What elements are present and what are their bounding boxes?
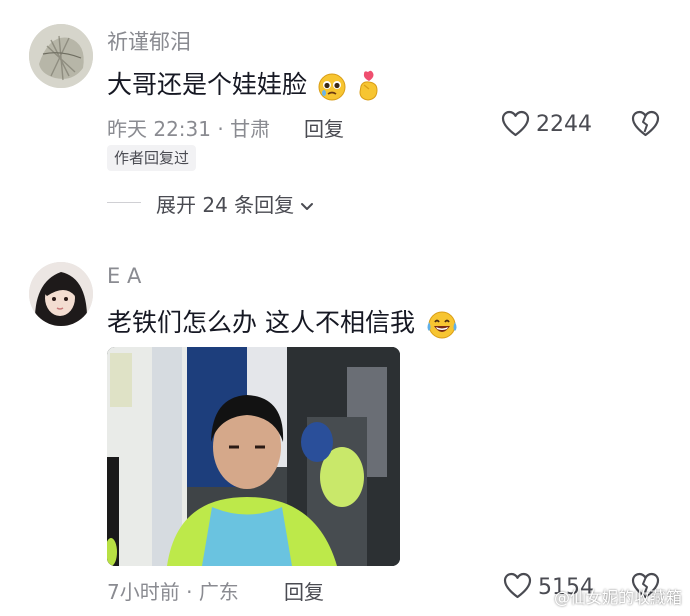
comment-meta: 7小时前 · 广东 <box>107 576 239 605</box>
expand-replies-button[interactable]: 展开 24 条回复 <box>156 189 314 218</box>
broken-heart-icon[interactable] <box>631 110 660 137</box>
username[interactable]: E A <box>107 264 141 288</box>
chevron-down-icon <box>300 202 314 212</box>
comment-text: 老铁们怎么办 这人不相信我 <box>107 303 459 340</box>
comment-text: 大哥还是个娃娃脸 <box>107 65 383 102</box>
comment-body: 老铁们怎么办 这人不相信我 <box>107 308 415 337</box>
comment-body: 大哥还是个娃娃脸 <box>107 70 308 99</box>
timestamp: 7小时前 <box>107 580 180 604</box>
avatar[interactable] <box>29 262 93 326</box>
timestamp: 昨天 22:31 <box>107 117 211 141</box>
finger-heart-emoji-icon <box>355 70 383 102</box>
laughing-tears-emoji-icon <box>425 309 459 340</box>
comment-meta: 昨天 22:31 · 甘肃 <box>107 113 270 142</box>
pleading-face-emoji-icon <box>317 71 347 102</box>
reply-button[interactable]: 回复 <box>284 576 324 605</box>
location: 广东 <box>198 580 239 604</box>
meta-separator: · <box>179 580 199 604</box>
expand-replies-label: 展开 24 条回复 <box>156 193 295 217</box>
watermark: @仙女妮的收藏箱 <box>553 588 682 607</box>
location: 甘肃 <box>230 117 271 141</box>
avatar-image <box>29 24 93 88</box>
avatar-image <box>29 262 93 326</box>
comment-image[interactable] <box>107 347 400 566</box>
reply-button[interactable]: 回复 <box>304 113 344 142</box>
expand-divider <box>107 202 141 203</box>
avatar[interactable] <box>29 24 93 88</box>
like-count: 2244 <box>536 112 592 137</box>
heart-outline-icon[interactable] <box>503 572 532 599</box>
meta-separator: · <box>211 117 231 141</box>
author-replied-tag: 作者回复过 <box>107 145 197 171</box>
username[interactable]: 祈谨郁泪 <box>107 26 191 56</box>
heart-outline-icon[interactable] <box>501 110 530 137</box>
